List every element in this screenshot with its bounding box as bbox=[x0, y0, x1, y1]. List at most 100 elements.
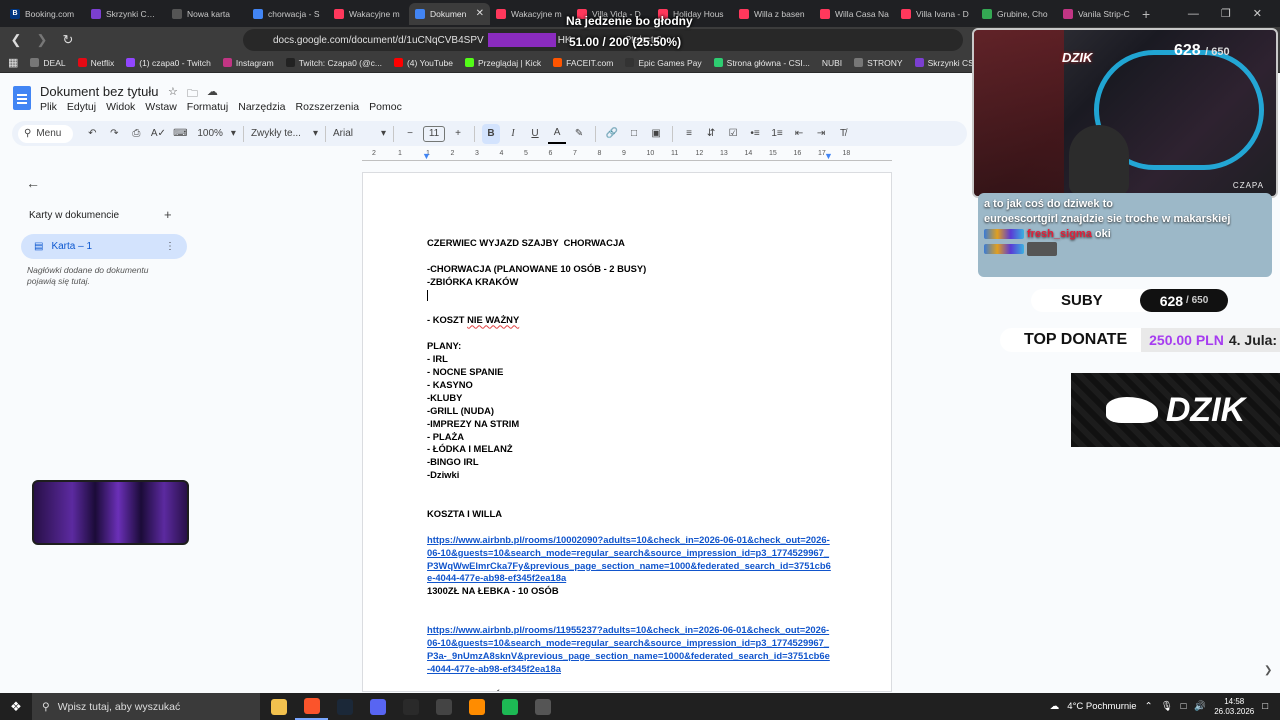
bulleted-list-icon[interactable]: •≡ bbox=[746, 124, 764, 144]
close-tab-icon[interactable]: ✕ bbox=[476, 8, 484, 19]
browser-tab[interactable]: Willa Casa Na bbox=[814, 3, 895, 25]
spellcheck-icon[interactable]: A✓ bbox=[149, 124, 167, 144]
browser-tab[interactable]: Grubine, Cho bbox=[976, 3, 1057, 25]
back-icon[interactable]: ❮ bbox=[6, 32, 26, 48]
font-size-input[interactable]: 11 bbox=[423, 125, 446, 142]
indent-marker-icon[interactable]: ▼ bbox=[422, 151, 431, 161]
bookmark-item[interactable]: Strona główna - CSI... bbox=[713, 58, 810, 68]
close-window-icon[interactable]: ✕ bbox=[1253, 7, 1262, 20]
add-tab-icon[interactable]: + bbox=[164, 207, 172, 222]
menu-item-4[interactable]: Formatuj bbox=[187, 101, 228, 113]
style-select[interactable]: Zwykły te... ▾ bbox=[251, 124, 318, 144]
print-icon[interactable]: ⎙ bbox=[127, 124, 145, 144]
clock[interactable]: 14:58 26.03.2026 bbox=[1214, 697, 1254, 717]
browser-tab[interactable]: Dokumen ✕ bbox=[409, 2, 490, 25]
taskbar-search[interactable]: ⚲ Wpisz tutaj, aby wyszukać bbox=[32, 693, 260, 720]
bookmark-item[interactable]: NUBI bbox=[822, 58, 842, 68]
taskbar-app-file-explorer[interactable] bbox=[262, 693, 295, 720]
taskbar-app-steam[interactable] bbox=[328, 693, 361, 720]
menu-item-0[interactable]: Plik bbox=[40, 101, 57, 113]
menu-item-6[interactable]: Rozszerzenia bbox=[296, 101, 360, 113]
menu-item-2[interactable]: Widok bbox=[106, 101, 135, 113]
italic-icon[interactable]: I bbox=[504, 124, 522, 144]
scroll-right-icon[interactable]: ❯ bbox=[1264, 665, 1272, 676]
microphone-icon[interactable]: 🎙 bbox=[1161, 701, 1173, 712]
bookmark-item[interactable]: (4) YouTube bbox=[393, 58, 453, 68]
right-indent-marker-icon[interactable]: ▼ bbox=[824, 151, 833, 161]
taskbar-app-spotify[interactable] bbox=[493, 693, 526, 720]
undo-icon[interactable]: ↶ bbox=[83, 124, 101, 144]
browser-tab[interactable]: Wakacyjne m bbox=[490, 3, 571, 25]
close-outline-icon[interactable]: ← bbox=[26, 175, 40, 191]
increase-font-size-icon[interactable]: + bbox=[449, 124, 467, 144]
bookmark-item[interactable]: (1) czapa0 - Twitch bbox=[126, 58, 211, 68]
docs-logo-icon[interactable] bbox=[13, 86, 31, 110]
paint-format-icon[interactable]: ⌨ bbox=[171, 124, 189, 144]
taskbar-app-brave[interactable] bbox=[295, 693, 328, 720]
clear-formatting-icon[interactable]: T̸ bbox=[834, 124, 852, 144]
browser-tab[interactable]: Vanila Strip-C bbox=[1057, 3, 1138, 25]
menu-item-7[interactable]: Pomoc bbox=[369, 101, 402, 113]
volume-icon[interactable]: 🔊 bbox=[1194, 701, 1206, 712]
text-color-icon[interactable]: A bbox=[548, 124, 567, 144]
document-body[interactable]: CZERWIEC WYJAZD SZAJBY CHORWACJA -CHORWAC… bbox=[427, 237, 831, 691]
tab-item-karta-1[interactable]: ▤ Karta – 1 ⋮ bbox=[21, 234, 187, 259]
taskbar-app-aimp[interactable] bbox=[460, 693, 493, 720]
menu-item-3[interactable]: Wstaw bbox=[145, 101, 177, 113]
zoom-select[interactable]: 100% ▾ bbox=[197, 124, 236, 144]
restore-icon[interactable]: ❐ bbox=[1221, 7, 1231, 20]
reload-icon[interactable]: ↻ bbox=[58, 32, 78, 48]
checklist-icon[interactable]: ☑ bbox=[724, 124, 742, 144]
numbered-list-icon[interactable]: 1≡ bbox=[768, 124, 786, 144]
document-page[interactable]: CZERWIEC WYJAZD SZAJBY CHORWACJA -CHORWAC… bbox=[362, 172, 892, 692]
apps-grid-icon[interactable]: ▦ bbox=[8, 56, 18, 69]
doc-link[interactable]: https://www.airbnb.pl/rooms/11955237?adu… bbox=[427, 624, 830, 674]
bookmark-item[interactable]: FACEIT.com bbox=[553, 58, 613, 68]
increase-indent-icon[interactable]: ⇥ bbox=[812, 124, 830, 144]
bookmark-item[interactable]: Instagram bbox=[222, 58, 274, 68]
menu-item-5[interactable]: Narzędzia bbox=[238, 101, 285, 113]
new-tab-icon[interactable]: + bbox=[1142, 6, 1150, 22]
document-title[interactable]: Dokument bez tytułu bbox=[40, 84, 159, 99]
taskbar-app-epic-games[interactable] bbox=[394, 693, 427, 720]
doc-link[interactable]: https://www.airbnb.pl/rooms/10002090?adu… bbox=[427, 534, 831, 584]
ruler[interactable]: 2 1 1 2 3 4 5 6 7 8 9 10 11 12 13 14 15 16 17 18 ▼ ▼ bbox=[362, 149, 892, 163]
redo-icon[interactable]: ↷ bbox=[105, 124, 123, 144]
bookmark-item[interactable]: DEAL bbox=[30, 58, 66, 68]
decrease-font-size-icon[interactable]: − bbox=[401, 124, 419, 144]
browser-tab[interactable]: Willa z basen bbox=[733, 3, 814, 25]
notifications-icon[interactable]: □ bbox=[1262, 701, 1268, 712]
tray-overflow-icon[interactable]: ⌃ bbox=[1145, 701, 1153, 712]
browser-tab[interactable]: Skrzynki CS:GO bbox=[85, 3, 166, 25]
browser-tab[interactable]: Villa Ivana - D bbox=[895, 3, 976, 25]
weather-icon[interactable]: ☁ bbox=[1050, 701, 1060, 712]
underline-icon[interactable]: U bbox=[526, 124, 544, 144]
bookmark-item[interactable]: STRONY bbox=[854, 58, 903, 68]
link-icon[interactable]: 🔗 bbox=[603, 124, 621, 144]
browser-tab[interactable]: Wakacyjne m bbox=[328, 3, 409, 25]
line-spacing-icon[interactable]: ⇵ bbox=[702, 124, 720, 144]
decrease-indent-icon[interactable]: ⇤ bbox=[790, 124, 808, 144]
bookmark-item[interactable]: Epic Games Pay bbox=[625, 58, 702, 68]
bookmark-item[interactable]: Twitch: Czapa0 (@c... bbox=[285, 58, 382, 68]
browser-tab[interactable]: Nowa karta bbox=[166, 3, 247, 25]
spelling-error-text[interactable]: NIE WAŻNY bbox=[467, 314, 519, 325]
menu-item-1[interactable]: Edytuj bbox=[67, 101, 96, 113]
align-icon[interactable]: ≡ bbox=[680, 124, 698, 144]
more-options-icon[interactable]: ⋮ bbox=[165, 241, 175, 252]
bookmark-item[interactable]: Przeglądaj | Kick bbox=[464, 58, 541, 68]
bookmark-item[interactable]: Netflix bbox=[77, 58, 114, 68]
highlight-icon[interactable]: ✎ bbox=[570, 124, 588, 144]
taskbar-app-calculator[interactable] bbox=[526, 693, 559, 720]
comment-icon[interactable]: □ bbox=[625, 124, 643, 144]
bold-icon[interactable]: B bbox=[482, 123, 501, 144]
windows-start-icon[interactable]: ❖ bbox=[0, 699, 32, 715]
forward-icon[interactable]: ❯ bbox=[32, 32, 52, 48]
browser-tab[interactable]: B Booking.com bbox=[4, 3, 85, 25]
weather-text[interactable]: 4°C Pochmurnie bbox=[1067, 701, 1136, 712]
browser-tab[interactable]: chorwacja - S bbox=[247, 3, 328, 25]
taskbar-app-obs[interactable] bbox=[427, 693, 460, 720]
taskbar-app-discord[interactable] bbox=[361, 693, 394, 720]
network-icon[interactable]: □ bbox=[1181, 701, 1187, 712]
font-select[interactable]: Arial ▾ bbox=[333, 124, 386, 144]
